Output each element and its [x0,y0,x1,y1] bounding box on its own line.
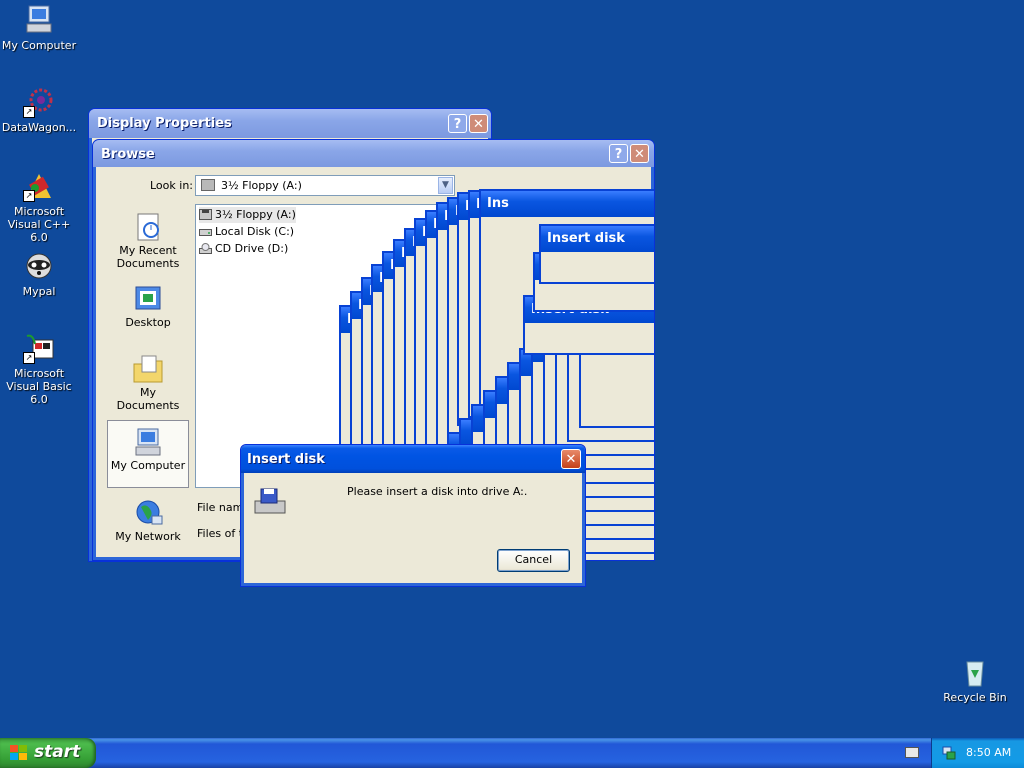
window-title: Display Properties [97,116,232,131]
close-button[interactable]: ✕ [469,114,488,133]
keyboard-icon[interactable] [905,747,919,758]
start-button[interactable]: start [0,738,96,768]
desktop-icon-recycle-bin[interactable]: Recycle Bin [936,656,1014,704]
help-button[interactable]: ? [448,114,467,133]
insert-disk-dialog: Insert disk ✕ Please insert a disk into … [240,444,586,587]
stacked-dialog-titlebar: Insert disk [541,226,654,252]
desktop-icon-label: Mypal [22,285,56,298]
desktop-icon-mypal[interactable]: Mypal [0,250,78,298]
visual-basic-icon: ↗ [23,332,55,364]
desktop-icon-visual-basic[interactable]: ↗ Microsoft Visual Basic 6.0 [0,332,78,406]
floppy-drive-icon [253,485,287,517]
desktop-icon-my-computer[interactable]: My Computer [0,4,78,52]
datawagon-icon: ↗ [23,86,55,118]
shortcut-arrow-icon: ↗ [23,190,35,202]
display-properties-titlebar[interactable]: Display Properties ? ✕ [89,109,491,138]
desktop-icon-datawagon[interactable]: ↗ DataWagon... [0,86,78,134]
close-button[interactable]: ✕ [561,449,581,469]
clock[interactable]: 8:50 AM [966,746,1011,759]
desktop-icon-label: Microsoft Visual C++ 6.0 [7,205,71,244]
stacked-dialog-title: Insert disk [547,231,625,246]
start-label: start [34,742,81,762]
window-title: Insert disk [247,452,325,467]
stacked-dialog-titlebar: Ins [481,191,654,217]
stacked-dialog-title: Ins [487,196,509,211]
desktop-icon-label: Recycle Bin [943,691,1007,704]
visual-cpp-icon: ↗ [23,170,55,202]
system-tray: 8:50 AM [931,738,1024,768]
stacked-insert-disk-dialog: Insert disk [539,224,654,284]
network-icon[interactable] [942,746,956,760]
shortcut-arrow-icon: ↗ [23,352,35,364]
taskbar: start 8:50 AM [0,738,1024,768]
windows-flag-icon [10,745,27,760]
cancel-button[interactable]: Cancel [497,549,570,572]
desktop-icon-label: Microsoft Visual Basic 6.0 [6,367,72,406]
desktop-icon-label: DataWagon... [1,121,77,134]
mypal-icon [23,250,55,282]
desktop-icon-visual-cpp[interactable]: ↗ Microsoft Visual C++ 6.0 [0,170,78,244]
shortcut-arrow-icon: ↗ [23,106,35,118]
desktop-icon-label: My Computer [1,39,77,52]
insert-disk-titlebar[interactable]: Insert disk ✕ [241,445,585,473]
insert-disk-message: Please insert a disk into drive A:. [347,485,528,498]
recycle-bin-icon [959,656,991,688]
my-computer-icon [23,4,55,36]
